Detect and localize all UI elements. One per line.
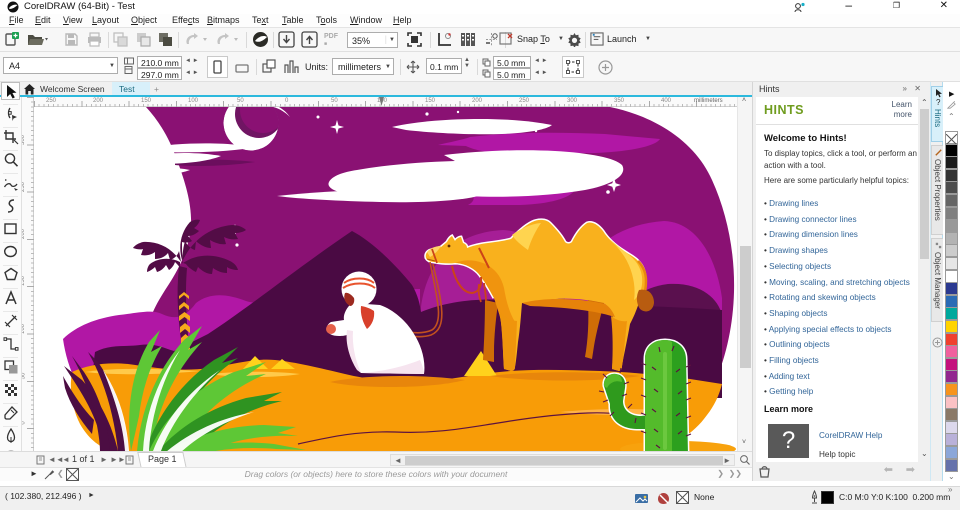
svg-text:?: ?	[936, 98, 941, 107]
